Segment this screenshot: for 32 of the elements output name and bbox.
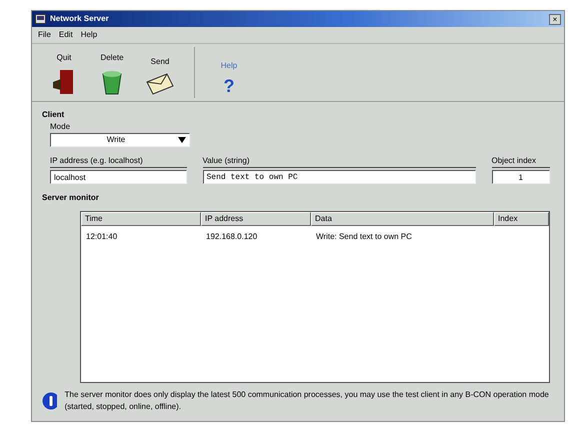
input-field[interactable]: Send text to own PC xyxy=(202,170,476,184)
field-label: Mode xyxy=(50,122,70,131)
dropdown-arrow-icon xyxy=(178,137,186,143)
question-mark-icon: ? xyxy=(224,76,234,96)
toolbar-button[interactable]: Help ? xyxy=(205,58,253,98)
group-title: Client xyxy=(42,109,66,121)
toolbar-button[interactable]: Send xyxy=(136,54,184,98)
menu-item[interactable]: Help xyxy=(80,29,98,41)
column-header[interactable]: IP address xyxy=(201,212,311,226)
mode-dropdown[interactable]: Write xyxy=(50,133,190,147)
table-cell-text: Write: Send text to own PC xyxy=(315,231,413,243)
input-field[interactable]: localhost xyxy=(50,170,186,184)
toolbar-button[interactable]: Delete xyxy=(88,50,136,98)
column-header[interactable]: Time xyxy=(81,212,201,226)
window-title: Network Server xyxy=(50,13,109,25)
envelope-icon xyxy=(145,72,175,96)
toolbar-button[interactable]: Quit xyxy=(40,50,88,98)
table-cell-text: 192.168.0.120 xyxy=(205,231,258,243)
menu-item[interactable]: Edit xyxy=(58,29,73,41)
input-field[interactable]: 1 xyxy=(492,170,550,184)
group-title: Server monitor xyxy=(42,192,100,204)
column-header[interactable]: Data xyxy=(311,212,494,226)
close-button[interactable]: × xyxy=(549,14,561,24)
menu-item[interactable]: File xyxy=(38,29,51,41)
field-label: IP address (e.g. localhost) xyxy=(50,155,186,168)
info-icon xyxy=(42,392,57,410)
info-text: The server monitor does only display the latest 500 communication processes, you may use the test client in any B-CON operation mode (started, stopped, online, offline). xyxy=(64,389,550,413)
app-icon xyxy=(35,14,46,24)
table-cell-text: 12:01:40 xyxy=(85,231,118,243)
column-header[interactable]: Index xyxy=(494,212,549,226)
field-label: Object index xyxy=(492,155,550,168)
field-label: Value (string) xyxy=(202,155,476,168)
